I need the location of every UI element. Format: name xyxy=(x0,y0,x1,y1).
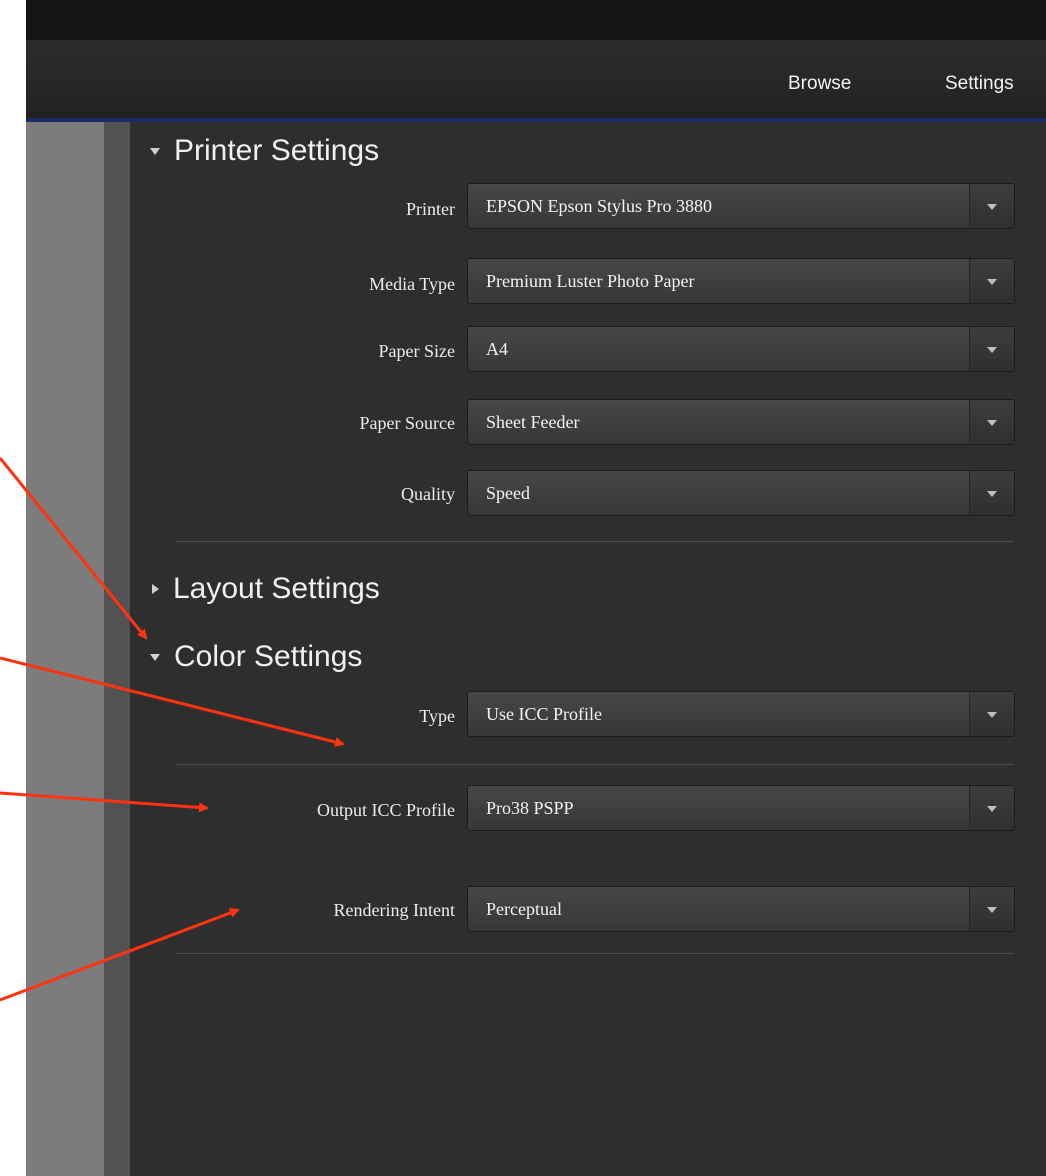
printer-settings-header[interactable]: Printer Settings xyxy=(150,134,379,168)
dropdown-button[interactable] xyxy=(969,887,1014,931)
collapse-triangle-icon xyxy=(150,653,160,661)
select-value: Perceptual xyxy=(486,899,562,919)
dropdown-button[interactable] xyxy=(969,786,1014,830)
select-value: Speed xyxy=(486,483,530,503)
dropdown-button[interactable] xyxy=(969,692,1014,736)
tab-browse[interactable]: Browse xyxy=(788,73,851,95)
left-dark-strip xyxy=(104,122,130,1176)
output-icc-profile-label: Output ICC Profile xyxy=(317,800,455,820)
select-value: Pro38 PSPP xyxy=(486,798,574,818)
chevron-down-icon xyxy=(987,347,997,353)
select-value: A4 xyxy=(486,339,508,359)
tab-settings[interactable]: Settings xyxy=(945,73,1014,95)
select-value: Use ICC Profile xyxy=(486,704,602,724)
chevron-down-icon xyxy=(987,279,997,285)
left-gray-panel xyxy=(26,122,104,1176)
section-divider xyxy=(176,953,1014,954)
section-title: Color Settings xyxy=(174,640,363,673)
chevron-down-icon xyxy=(987,491,997,497)
dropdown-button[interactable] xyxy=(969,400,1014,444)
quality-select[interactable]: Speed xyxy=(467,470,1015,516)
section-divider xyxy=(176,541,1014,542)
collapse-triangle-icon xyxy=(150,147,160,155)
row-divider xyxy=(176,764,1014,765)
printer-select[interactable]: EPSON Epson Stylus Pro 3880 xyxy=(467,183,1015,229)
select-value: EPSON Epson Stylus Pro 3880 xyxy=(486,196,713,216)
color-settings-header[interactable]: Color Settings xyxy=(150,640,362,674)
section-title: Printer Settings xyxy=(174,134,380,167)
select-value: Sheet Feeder xyxy=(486,412,580,432)
print-settings-window: Browse Settings Printer Settings Printer… xyxy=(0,0,1046,1176)
type-label: Type xyxy=(419,706,455,726)
select-value: Premium Luster Photo Paper xyxy=(486,271,695,291)
dropdown-button[interactable] xyxy=(969,184,1014,228)
quality-label: Quality xyxy=(401,484,455,504)
paper-source-select[interactable]: Sheet Feeder xyxy=(467,399,1015,445)
paper-size-select[interactable]: A4 xyxy=(467,326,1015,372)
output-icc-profile-select[interactable]: Pro38 PSPP xyxy=(467,785,1015,831)
dropdown-button[interactable] xyxy=(969,327,1014,371)
dropdown-button[interactable] xyxy=(969,259,1014,303)
rendering-intent-label: Rendering Intent xyxy=(333,900,455,920)
layout-settings-header[interactable]: Layout Settings xyxy=(150,572,380,606)
title-strip xyxy=(26,0,1046,40)
media-type-select[interactable]: Premium Luster Photo Paper xyxy=(467,258,1015,304)
rendering-intent-select[interactable]: Perceptual xyxy=(467,886,1015,932)
chevron-down-icon xyxy=(987,806,997,812)
paper-size-label: Paper Size xyxy=(378,341,455,361)
chevron-down-icon xyxy=(987,712,997,718)
expand-triangle-icon xyxy=(152,584,159,594)
paper-source-label: Paper Source xyxy=(359,413,455,433)
chevron-down-icon xyxy=(987,204,997,210)
color-type-select[interactable]: Use ICC Profile xyxy=(467,691,1015,737)
dropdown-button[interactable] xyxy=(969,471,1014,515)
chevron-down-icon xyxy=(987,907,997,913)
printer-label: Printer xyxy=(406,199,455,219)
top-nav-bar: Browse Settings xyxy=(26,40,1046,122)
media-type-label: Media Type xyxy=(369,274,455,294)
chevron-down-icon xyxy=(987,420,997,426)
section-title: Layout Settings xyxy=(173,572,380,605)
